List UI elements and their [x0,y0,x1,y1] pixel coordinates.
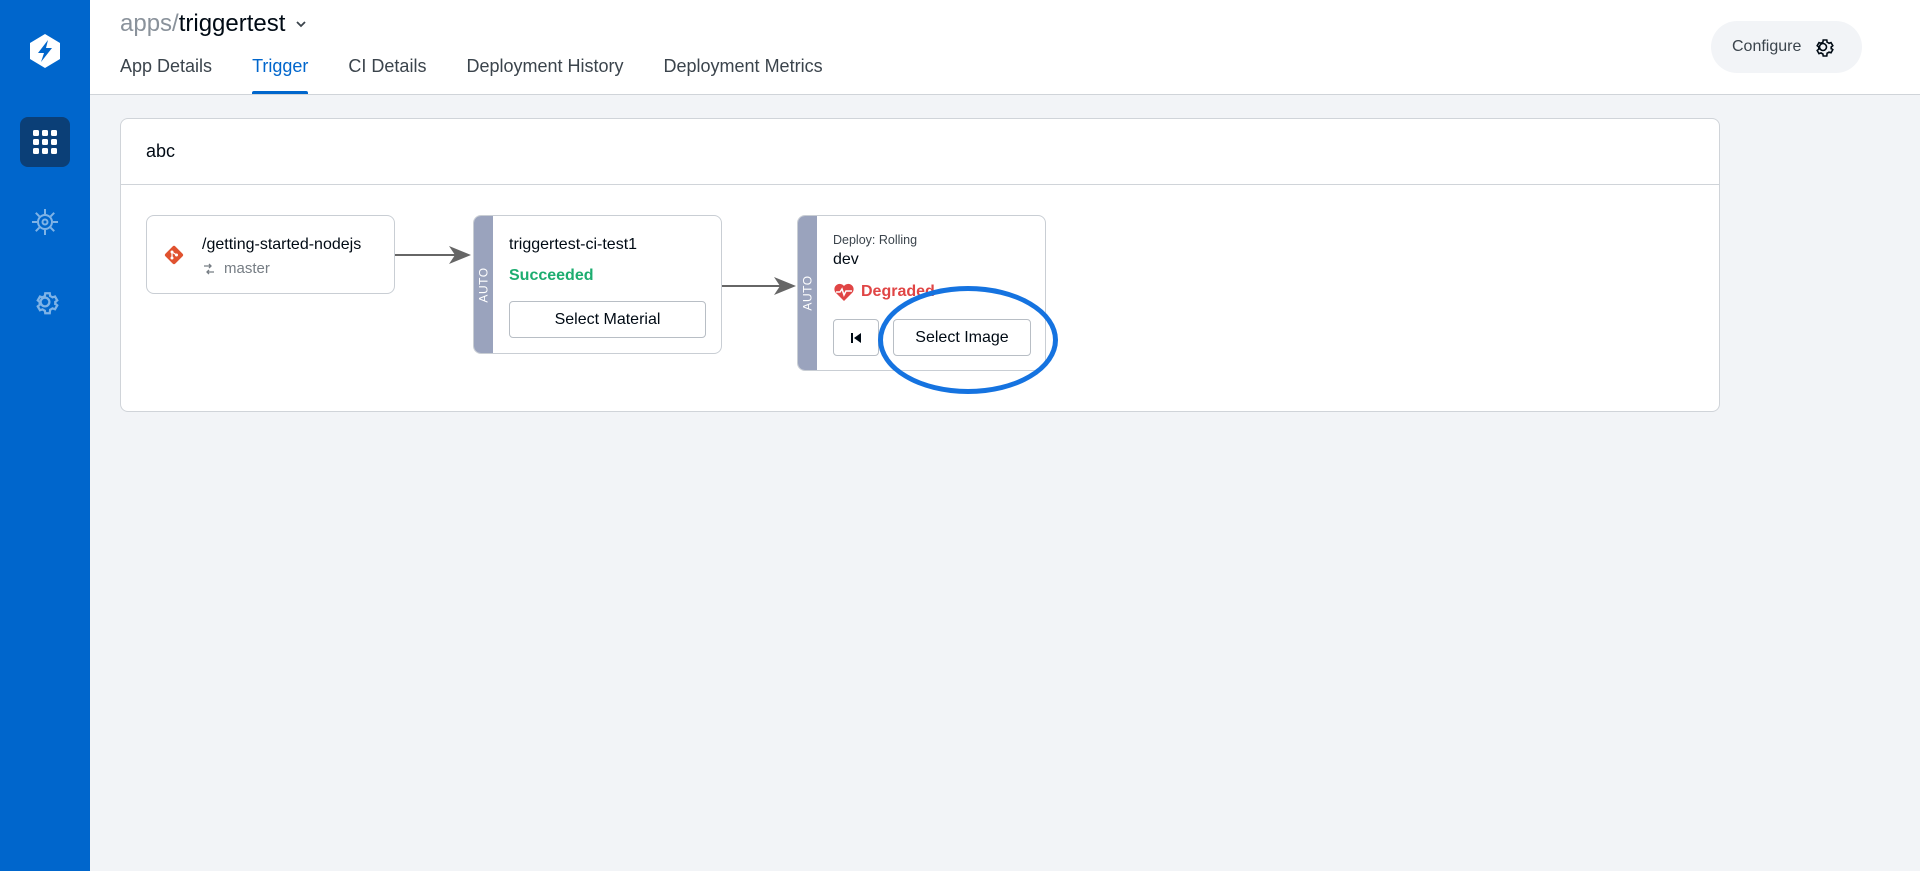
ci-pipeline-node[interactable]: AUTO triggertest-ci-test1 Succeeded Sele… [473,215,722,354]
sidebar-item-applications[interactable] [20,117,70,167]
configure-label: Configure [1732,38,1802,55]
tab-deployment-metrics[interactable]: Deployment Metrics [664,56,823,94]
cd-status[interactable]: Degraded [833,282,935,302]
ci-pipeline-name: triggertest-ci-test1 [509,236,638,253]
gear-icon [1816,39,1835,57]
git-repo-name: /getting-started-nodejs [202,236,362,253]
tab-trigger[interactable]: Trigger [252,56,309,94]
breadcrumb-app-name[interactable]: triggertest [179,10,286,38]
select-material-button[interactable]: Select Material [509,301,706,338]
tab-app-details[interactable]: App Details [120,56,212,94]
heart-pulse-icon [834,283,854,301]
environment-name: dev [833,251,859,268]
select-image-button[interactable]: Select Image [893,319,1031,356]
git-branch: master [202,260,270,277]
chart-store-icon [32,209,58,235]
workflow-card: abc /getting-started-nodejs master AUTO [120,118,1720,412]
cd-trigger-label: AUTO [800,275,815,311]
tab-deployment-history[interactable]: Deployment History [466,56,623,94]
git-branch-name: master [224,260,270,277]
tab-ci-details[interactable]: CI Details [348,56,426,94]
branch-icon [204,263,214,274]
app-header: apps/ triggertest App Details Trigger CI… [90,0,1920,95]
gear-icon [36,292,59,315]
ci-status[interactable]: Succeeded [509,267,593,285]
sidebar-item-charts[interactable] [29,206,61,238]
divider [121,184,1719,185]
ci-trigger-mode: AUTO [474,216,493,353]
app-tabs: App Details Trigger CI Details Deploymen… [120,56,863,94]
deploy-strategy: Deploy: Rolling [833,233,918,247]
sidebar [0,0,90,871]
flow-arrow [722,277,796,295]
git-icon [164,245,184,265]
rollback-icon [851,332,861,343]
devtron-logo[interactable] [25,31,65,71]
git-material-node[interactable]: /getting-started-nodejs master [146,215,395,294]
rollback-button[interactable] [833,319,879,356]
cd-status-label: Degraded [861,283,935,300]
breadcrumb-prefix[interactable]: apps/ [120,10,179,38]
chevron-down-icon[interactable] [293,16,309,32]
ci-trigger-label: AUTO [476,266,491,303]
flow-arrow [395,246,471,264]
breadcrumb[interactable]: apps/ triggertest [120,10,309,38]
sidebar-item-global-config[interactable] [29,286,61,318]
apps-grid-icon [33,130,57,154]
workflow-name: abc [146,141,176,161]
cd-pipeline-node[interactable]: AUTO Deploy: Rolling dev Degraded Select… [797,215,1046,371]
cd-trigger-mode: AUTO [798,216,817,370]
configure-button[interactable]: Configure [1711,21,1862,73]
